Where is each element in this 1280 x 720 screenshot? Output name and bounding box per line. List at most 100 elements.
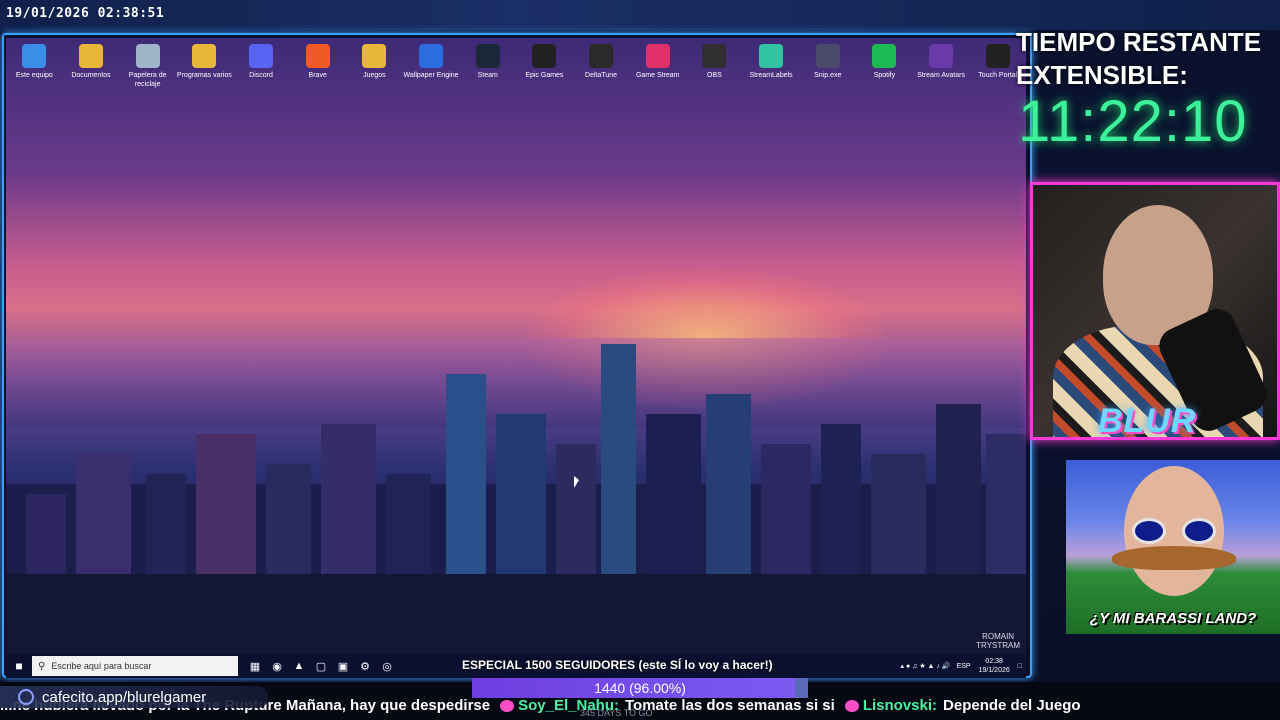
desktop-icon[interactable]: Game Stream [629,42,686,102]
coffee-cup-icon [18,689,34,705]
emote-icon [844,700,859,713]
settings-icon[interactable]: ⚙ [354,655,376,677]
snip-icon [815,44,840,68]
stream-avatars-icon [929,44,954,68]
map-pin-icon [645,44,670,68]
edge-icon[interactable]: ◉ [266,655,288,677]
desktop-icon[interactable]: Wallpaper Engine [403,42,460,102]
progress-label: 1440 (96.00%) [594,680,686,696]
desktop-icon[interactable]: Este equipo [6,42,63,102]
desktop-icon[interactable]: Brave [289,42,346,102]
promo-glasses [1132,518,1216,544]
desktop-icon[interactable]: Snip.exe [799,42,856,102]
folder-icon [192,44,217,68]
desktop-icon-label: Brave [308,72,327,79]
chat-message: Depende del Juego [943,697,1081,714]
language-indicator[interactable]: ESP [957,663,971,670]
timer-value: 11:22:10 [1018,89,1248,154]
desktop-icon-label: Epic Games [525,72,564,79]
desktop-icon-label: Documentos [71,72,111,79]
desktop-icon-label: Snip.exe [814,72,842,79]
desktop-icon-label: Papelera de reciclaje [128,72,167,88]
desktop-icon[interactable]: OBS [686,42,743,102]
search-placeholder: Escribe aquí para buscar [51,661,152,671]
donation-link-text: cafecito.app/blurelgamer [42,688,207,706]
epic-games-icon [532,44,557,68]
discord-icon [249,44,274,68]
desktop-icon-label: Este equipo [15,72,53,79]
obs-icon [702,44,727,68]
desktop-icon[interactable]: Stream Avatars [913,42,970,102]
promo-caption: ¿Y MI BARASSI LAND? [1089,610,1257,627]
computer-icon [22,44,47,68]
desktop-icon-label: Game Stream [635,72,680,79]
clock-time: 02:38 [985,658,1003,665]
desktop-icon-label: Wallpaper Engine [403,72,459,79]
desktop-icon-label: Stream Avatars [917,72,965,79]
city-skyline [6,344,1026,654]
chat-username: Lisnovski: [862,697,938,714]
clock-date: 19/1/2026 [978,667,1010,674]
desktop: Este equipo Documentos Papelera de recicla… [6,38,1026,654]
desktop-icon-label: Discord [249,72,273,79]
taskbar-clock[interactable]: 02:38 19/1/2026 [979,657,1010,675]
notification-icon[interactable]: □ [1018,663,1022,670]
watermark-line-2: TRYSTRAM [976,641,1020,650]
desktop-icon-label: Spotify [873,72,896,79]
desktop-icon-label: Programas varios [176,72,232,79]
watermark-line-1: ROMAIN [982,632,1015,641]
file-explorer-icon[interactable]: ▢ [310,655,332,677]
desktop-icon[interactable]: Juegos [346,42,403,102]
streamlabels-icon [759,44,784,68]
steam-icon [475,44,500,68]
brave-icon [305,44,330,68]
timer-title: TIEMPO RESTANTE EXTENSIBLE: [1016,27,1262,90]
desktop-icon-label: DeltaTune [585,72,618,79]
taskbar-search-input[interactable]: ⚲ Escribe aquí para buscar [32,656,238,676]
windows-start-button[interactable]: ■ [6,654,32,678]
desktop-icon[interactable]: Programas varios [176,42,233,102]
desktop-icon[interactable]: Discord [233,42,290,102]
timestamp: 19/01/2026 02:38:51 [6,6,165,21]
desktop-icon[interactable]: Papelera de reciclaje [119,42,176,102]
stream-overlay: 19/01/2026 02:38:51 Este equipo Document… [0,0,1280,720]
desktop-icon[interactable]: Documentos [63,42,120,102]
promo-image [1066,460,1280,634]
emote-icon [500,700,515,713]
goal-banner: ESPECIAL 1500 SEGUIDORES (este SÍ lo voy… [462,656,802,674]
promo-mustache [1112,546,1236,570]
folder-icon [362,44,387,68]
search-icon: ⚲ [38,660,46,672]
brave-icon[interactable]: ▲ [288,655,310,677]
task-view-icon[interactable]: ▦ [244,655,266,677]
recycle-bin-icon [135,44,160,68]
mouse-cursor-icon [574,476,579,488]
desktop-icon[interactable]: StreamLabels [743,42,800,102]
desktop-icon-label: Juegos [363,72,386,79]
sticky-notes-icon[interactable]: ▣ [332,655,354,677]
wallpaper-watermark: ROMAIN TRYSTRAM [976,632,1020,650]
wallpaper-engine-icon [419,44,444,68]
desktop-icon[interactable]: Steam [459,42,516,102]
touch-portal-icon [985,44,1010,68]
desktop-icon[interactable]: Epic Games [516,42,573,102]
chat-message: Tomate las dos semanas si si [625,697,835,714]
donation-link[interactable]: cafecito.app/blurelgamer [0,686,268,708]
desktop-icon-label: Steam [477,72,498,79]
taskbar-pinned-apps: ▦ ◉ ▲ ▢ ▣ ⚙ ◎ [244,655,398,677]
channel-logo: BLUR [1098,402,1197,440]
desktop-icon[interactable]: DeltaTune [573,42,630,102]
desktop-icon[interactable]: Spotify [856,42,913,102]
obs-icon[interactable]: ◎ [376,655,398,677]
folder-icon [79,44,103,68]
desktop-icon-row: Este equipo Documentos Papelera de recicla… [6,42,1026,102]
days-left: 345 DAYS TO GO [580,708,653,718]
tray-icons[interactable]: ▴ ● ♫ ★ ▲ ♪ 🔊 [901,662,951,670]
system-tray: ▴ ● ♫ ★ ▲ ♪ 🔊 ESP 02:38 19/1/2026 □ [901,654,1023,678]
goal-banner-text: ESPECIAL 1500 SEGUIDORES (este SÍ lo voy… [462,658,773,672]
follower-goal-progress: 1440 (96.00%) [472,678,808,698]
desktop-icon-label: OBS [707,72,722,79]
spotify-icon [872,44,897,68]
desktop-icon-label: StreamLabels [749,72,793,79]
music-note-icon [589,44,614,68]
